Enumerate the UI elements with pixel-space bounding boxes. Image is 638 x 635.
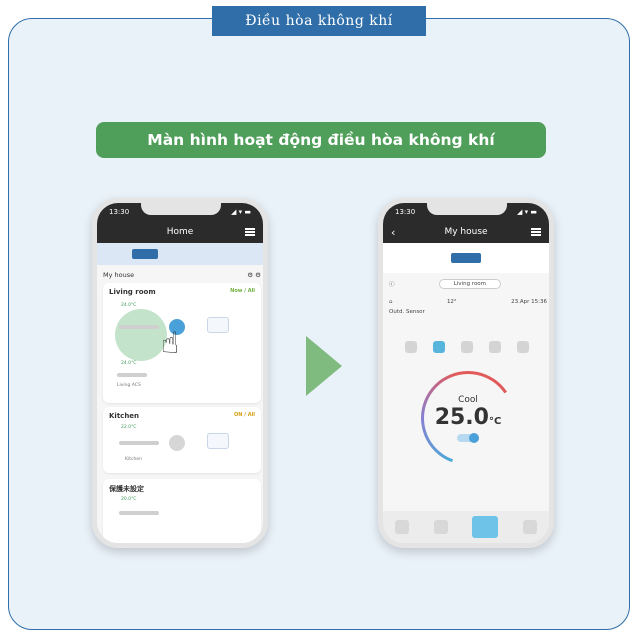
house-settings-icons[interactable]: ⚙ ⚙ <box>247 271 261 279</box>
bottom-nav <box>383 511 549 543</box>
ac-unit-bar <box>119 441 159 445</box>
banner-pill[interactable] <box>131 249 158 259</box>
room-temp-bottom: 24.0°C <box>121 361 137 366</box>
app-bar: Home <box>97 221 263 243</box>
temperature-dial[interactable]: Cool 25.0°C <box>421 371 515 465</box>
weather-row: ⌂ 12° 23.Apr 15:36 <box>389 299 547 305</box>
house-row: My house ⚙ ⚙ <box>103 271 261 279</box>
mode-label: Cool <box>458 394 478 405</box>
mode-heat-icon[interactable] <box>489 341 501 353</box>
room-card-unset[interactable]: 保護未設定 20.0°C <box>103 479 261 543</box>
app-title: My house <box>444 227 488 237</box>
mode-auto-icon[interactable] <box>405 341 417 353</box>
room-card-header: Living room Now / All <box>109 288 255 296</box>
status-icons: ◢ ▾ ▬ <box>517 208 537 216</box>
rp-info-banner <box>383 243 549 273</box>
home-icon: ⌂ <box>389 299 393 305</box>
mode-selector <box>397 338 537 356</box>
phone-notch <box>141 203 221 215</box>
room-select[interactable]: Living room <box>438 279 502 289</box>
back-icon[interactable]: ‹ <box>391 226 395 239</box>
temperature-unit: °C <box>488 415 502 427</box>
room-card-header: Kitchen ON / All <box>109 412 255 420</box>
nav-item-active[interactable] <box>472 516 499 538</box>
section-tab-title: Điều hòa không khí <box>212 6 426 36</box>
banner-text <box>227 251 229 257</box>
room-card-header: 保護未設定 <box>109 484 255 494</box>
selection-highlight <box>115 309 167 361</box>
screen-title-banner: Màn hình hoạt động điều hòa không khí <box>96 122 546 158</box>
room-card-living[interactable]: Living room Now / All 24.0°C 24.0°C Livi… <box>103 283 261 403</box>
ac-device-icon[interactable] <box>207 433 229 449</box>
room-unit-label: Living ACS <box>117 383 141 388</box>
room-temp-top: 22.0°C <box>121 425 137 430</box>
menu-icon[interactable] <box>531 228 541 236</box>
menu-icon[interactable] <box>245 228 255 236</box>
ac-unit-bar <box>119 325 159 329</box>
mode-dry-icon[interactable] <box>461 341 473 353</box>
tap-hand-icon: ☝ <box>161 326 180 361</box>
house-label[interactable]: My house <box>103 271 134 279</box>
banner-pill[interactable] <box>451 253 481 263</box>
mode-fan-icon[interactable] <box>517 341 529 353</box>
app-bar: ‹ My house <box>383 221 549 243</box>
ac-unit-bar <box>119 511 159 515</box>
temperature-number: 25.0 <box>434 404 489 430</box>
unit-bar-2 <box>117 373 147 377</box>
room-card-kitchen[interactable]: Kitchen ON / All 22.0°C Kitchen <box>103 407 261 473</box>
power-toggle[interactable] <box>457 432 479 443</box>
room-status: ON / All <box>233 412 255 418</box>
info-banner <box>97 243 263 265</box>
room-unit-label: Kitchen <box>125 457 142 462</box>
room-name: Kitchen <box>109 412 140 420</box>
dial-content: Cool 25.0°C <box>424 374 512 462</box>
info-icon[interactable]: ⓘ <box>389 280 395 288</box>
room-name: 保護未設定 <box>109 485 144 493</box>
outdoor-row: Outd. Sensor <box>389 309 547 315</box>
app-title: Home <box>166 227 194 237</box>
phone-notch <box>427 203 507 215</box>
nav-item[interactable] <box>433 520 448 534</box>
arrow-right-icon <box>306 336 342 396</box>
weather-value: 12° <box>446 299 457 305</box>
room-temp-top: 20.0°C <box>121 497 137 502</box>
status-time: 13:30 <box>109 208 130 216</box>
ac-device-icon[interactable] <box>207 317 229 333</box>
room-temp-top: 24.0°C <box>121 303 137 308</box>
datetime: 23.Apr 15:36 <box>511 299 547 305</box>
power-button[interactable] <box>169 435 185 451</box>
room-select-row: ⓘ Living room <box>389 279 547 289</box>
outdoor-label: Outd. Sensor <box>389 309 425 315</box>
nav-item[interactable] <box>395 520 410 534</box>
temperature-value: 25.0°C <box>435 405 502 430</box>
room-name: Living room <box>109 288 156 296</box>
phone-ac-control-screen: 13:30 ◢ ▾ ▬ ‹ My house ⓘ Living room ⌂ 1… <box>378 198 554 548</box>
status-time: 13:30 <box>395 208 416 216</box>
room-status: Now / All <box>230 288 255 294</box>
mode-cool-icon[interactable] <box>433 341 445 353</box>
status-icons: ◢ ▾ ▬ <box>231 208 251 216</box>
nav-item[interactable] <box>522 520 537 534</box>
phone-home-screen: 13:30 ◢ ▾ ▬ Home My house ⚙ ⚙ Living roo… <box>92 198 268 548</box>
